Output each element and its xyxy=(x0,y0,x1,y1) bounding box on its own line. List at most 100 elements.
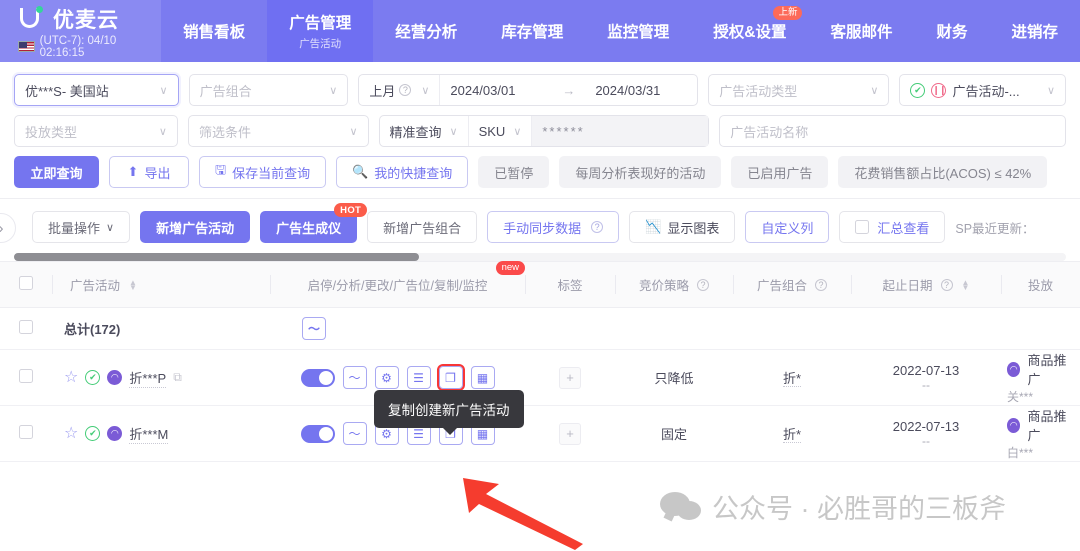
summary-view-checkbox[interactable]: 汇总查看 xyxy=(839,211,946,243)
sort-arrows-icon[interactable]: ▲ ▼ xyxy=(962,278,970,291)
gear-icon[interactable]: ⚙ xyxy=(374,366,399,389)
chip-paused[interactable]: 已暂停 xyxy=(478,156,550,188)
my-quick-query-button[interactable]: 🔍 我的快捷查询 xyxy=(336,156,469,188)
custom-columns-button[interactable]: 自定义列 xyxy=(745,211,830,243)
th-label: 投放 xyxy=(1027,279,1053,293)
nav-item-ads[interactable]: 广告管理 广告活动 xyxy=(267,0,374,62)
sort-arrows-icon[interactable]: ▲ ▼ xyxy=(129,278,137,291)
th-campaign[interactable]: 广告活动 ▲ ▼ xyxy=(52,261,270,308)
toggle-switch[interactable] xyxy=(300,424,335,443)
portfolio-select[interactable]: 广告组合 ∨ xyxy=(188,74,349,106)
th-label: 启停/分析/更改/广告位/复制/监控 xyxy=(307,279,488,293)
nav-item-finance[interactable]: 财务 xyxy=(914,0,989,62)
copy-campaign-icon[interactable]: ❐ xyxy=(436,364,465,391)
cell-tags[interactable]: + xyxy=(525,349,615,406)
help-icon[interactable]: ? xyxy=(399,84,412,96)
nav-item-mail[interactable]: 客服邮件 xyxy=(808,0,914,62)
sku-select[interactable]: SKU ∨ xyxy=(469,116,532,146)
chip-enabled-ads[interactable]: 已启用广告 xyxy=(731,156,829,188)
export-button[interactable]: ⬆ 导出 xyxy=(109,156,189,188)
sku-value: ****** xyxy=(542,123,585,139)
scrollbar-thumb[interactable] xyxy=(14,253,419,261)
cell-tags[interactable]: + xyxy=(525,405,615,462)
campaign-state-select[interactable]: ✔ ❙❙ 广告活动-... ∨ xyxy=(899,74,1066,106)
analytics-icon[interactable]: 〜 xyxy=(302,317,326,340)
chevron-down-icon: ∨ xyxy=(349,125,358,138)
nav-item-settings[interactable]: 上新 授权&设置 xyxy=(691,0,808,62)
manual-sync-button[interactable]: 手动同步数据 ? xyxy=(487,211,620,243)
table-row[interactable]: ☆ ✔ ◠ 折***P ⧉ 〜 ⚙ ☰ ❐ ▦ + 只降低 折* 2022-07… xyxy=(0,349,1080,406)
new-portfolio-button[interactable]: 新增广告组合 xyxy=(367,211,478,243)
help-icon[interactable]: ? xyxy=(697,278,709,291)
chip-acos[interactable]: 花费销售额占比(ACOS) ≤ 42% xyxy=(838,156,1048,188)
campaign-type-select[interactable]: 广告活动类型 ∨ xyxy=(708,74,890,106)
timezone-text: (UTC-7): 04/10 02:16:15 xyxy=(39,34,117,59)
nav-item-analysis[interactable]: 经营分析 xyxy=(373,0,479,62)
nav-item-erp[interactable]: 进销存 xyxy=(989,0,1080,62)
shop-select[interactable]: 优***S- 美国站 ∨ xyxy=(14,74,179,106)
table-row[interactable]: ☆ ✔ ◠ 折***M 〜 ⚙ ☰ ❐ ▦ + 固定 折* xyxy=(0,405,1080,462)
brand-block[interactable]: 优麦云 (UTC-7): 04/10 02:16:15 xyxy=(0,0,162,62)
star-icon[interactable]: ☆ xyxy=(64,425,78,442)
checkbox-icon[interactable] xyxy=(19,369,33,383)
delivery-type-select[interactable]: 投放类型 ∨ xyxy=(14,115,178,147)
horizontal-scrollbar[interactable] xyxy=(14,253,1066,261)
collapse-panel-button[interactable]: › xyxy=(0,213,16,243)
nav-item-monitor[interactable]: 监控管理 xyxy=(585,0,691,62)
cell-checkbox[interactable] xyxy=(0,405,52,462)
checkbox-icon[interactable] xyxy=(19,320,33,334)
show-chart-button[interactable]: 📉 显示图表 xyxy=(629,211,736,243)
cell-total-portfolio xyxy=(733,307,851,350)
campaign-name-input[interactable]: 广告活动名称 xyxy=(719,115,1067,147)
date-end-input[interactable]: 2024/03/31 xyxy=(585,75,697,105)
sku-input[interactable]: ****** xyxy=(532,116,709,146)
th-label: 起止日期 xyxy=(882,279,933,293)
copy-small-icon[interactable]: ⧉ xyxy=(173,370,182,385)
cell-date-range: 2022-07-13 -- xyxy=(851,349,1001,406)
checkbox-icon[interactable] xyxy=(19,425,33,439)
add-tag-button[interactable]: + xyxy=(559,422,581,445)
top-navigation: 优麦云 (UTC-7): 04/10 02:16:15 销售看板 广告管理 广告… xyxy=(0,0,1080,62)
table-toolbar: › 批量操作 ∨ 新增广告活动 HOT 广告生成仪 新增广告组合 手动同步数据 … xyxy=(0,198,1080,253)
edit-placement-icon[interactable]: ☰ xyxy=(406,366,431,389)
add-tag-button[interactable]: + xyxy=(559,366,581,389)
nav-item-sales[interactable]: 销售看板 xyxy=(161,0,267,62)
checkbox-icon[interactable] xyxy=(855,220,870,234)
cell-portfolio[interactable]: 折* xyxy=(733,349,851,406)
date-range-group[interactable]: 上月 ? ∨ 2024/03/01 → 2024/03/31 xyxy=(358,74,699,106)
cell-portfolio[interactable]: 折* xyxy=(733,405,851,462)
help-icon[interactable]: ? xyxy=(940,278,953,291)
cell-checkbox[interactable] xyxy=(0,307,52,350)
summary-view-label: 汇总查看 xyxy=(877,220,930,236)
exact-query-select[interactable]: 精准查询 ∨ xyxy=(380,116,468,146)
campaign-name[interactable]: 折***P xyxy=(129,368,167,388)
filter-condition-select[interactable]: 筛选条件 ∨ xyxy=(187,115,369,147)
cell-checkbox[interactable] xyxy=(0,349,52,406)
campaign-name[interactable]: 折***M xyxy=(129,424,169,444)
star-icon[interactable]: ☆ xyxy=(64,369,78,386)
date-preset-select[interactable]: 上月 ? ∨ xyxy=(359,75,439,105)
new-campaign-button[interactable]: 新增广告活动 xyxy=(140,211,251,243)
date-start-input[interactable]: 2024/03/01 xyxy=(440,75,552,105)
show-chart-label: 显示图表 xyxy=(667,220,720,236)
chevron-right-icon: › xyxy=(0,220,4,237)
checkbox-icon[interactable] xyxy=(19,276,33,290)
bulk-operations-button[interactable]: 批量操作 ∨ xyxy=(32,211,131,243)
targeting-sub: 白*** xyxy=(1007,446,1034,460)
tooltip-text: 复制创建新广告活动 xyxy=(388,403,510,418)
chip-weekly-best[interactable]: 每周分析表现好的活动 xyxy=(559,156,722,188)
ad-generator-button[interactable]: HOT 广告生成仪 xyxy=(260,203,368,243)
query-now-button[interactable]: 立即查询 xyxy=(14,156,99,188)
analytics-icon[interactable]: 〜 xyxy=(342,422,367,445)
th-select-all[interactable] xyxy=(0,261,52,308)
exact-query-group[interactable]: 精准查询 ∨ SKU ∨ ****** xyxy=(378,115,710,147)
nav-item-inventory[interactable]: 库存管理 xyxy=(479,0,585,62)
toggle-switch[interactable] xyxy=(300,368,335,387)
th-row-actions: 启停/分析/更改/广告位/复制/监控 new xyxy=(270,261,525,308)
save-query-button[interactable]: 🖫 保存当前查询 xyxy=(199,156,327,188)
help-icon[interactable]: ? xyxy=(591,221,604,233)
monitor-icon[interactable]: ▦ xyxy=(470,366,495,389)
analytics-icon[interactable]: 〜 xyxy=(342,366,367,389)
help-icon[interactable]: ? xyxy=(815,278,827,291)
th-date-range[interactable]: 起止日期 ? ▲ ▼ xyxy=(851,261,1001,308)
